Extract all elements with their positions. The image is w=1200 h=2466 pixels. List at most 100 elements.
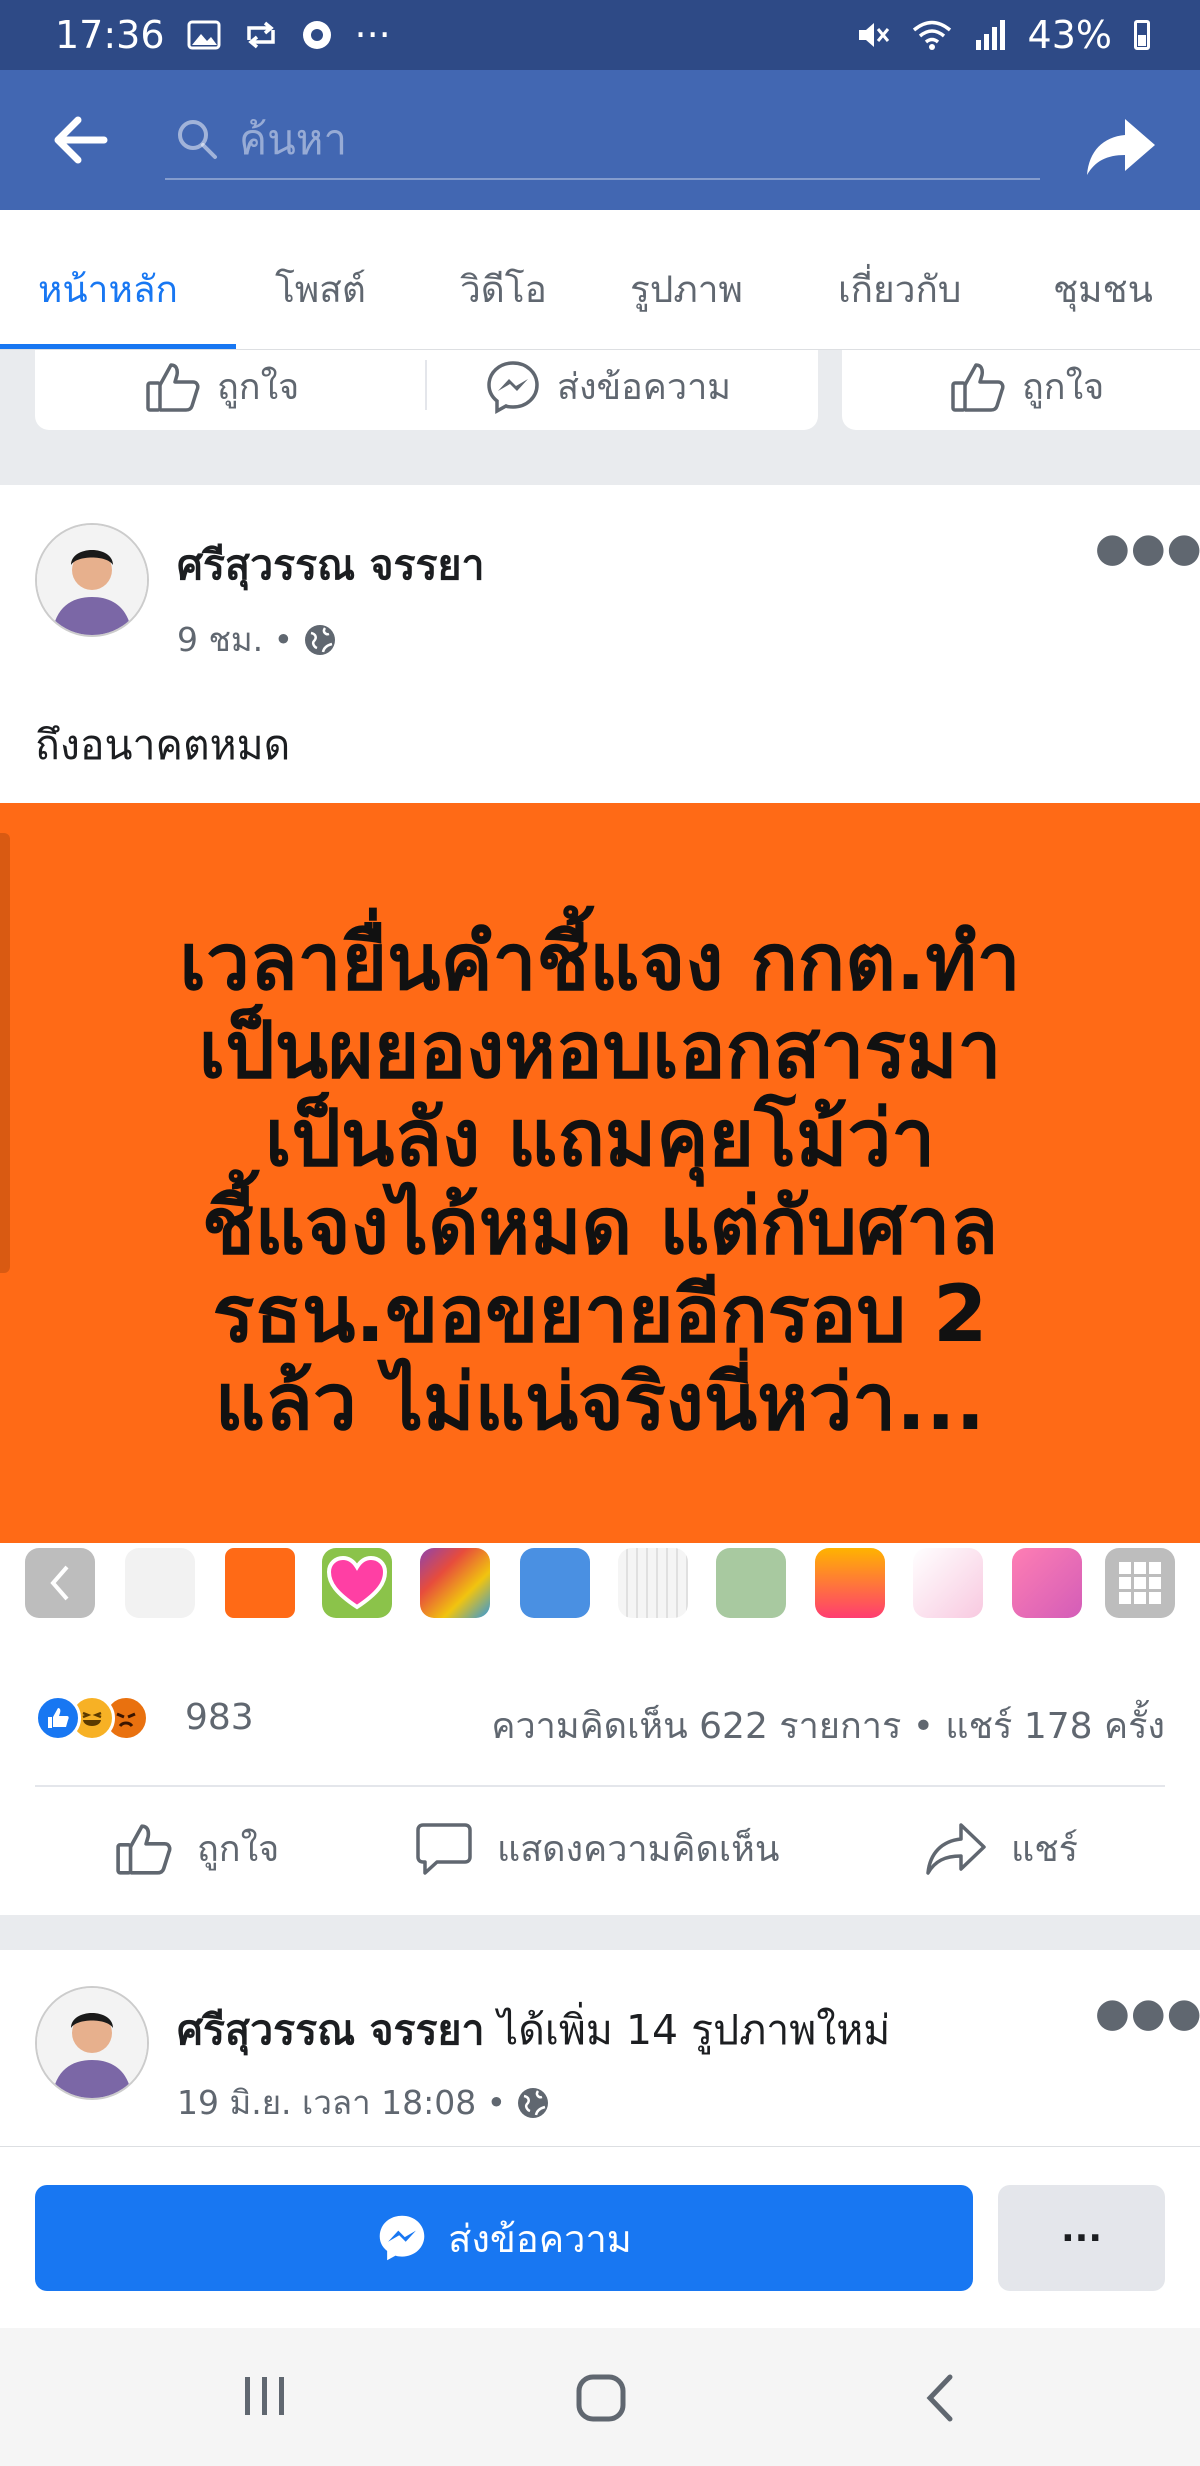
like-button[interactable]: ถูกใจ (115, 1820, 279, 1877)
image-text-line: เป็นผยองหอบเอกสารมา (198, 1006, 1002, 1096)
search-header (0, 70, 1200, 210)
search-input[interactable] (237, 113, 1001, 165)
post-image[interactable]: เวลายื่นคำชี้แจง กกต.ทำ เป็นผยองหอบเอกสา… (0, 803, 1200, 1623)
top-card: ถูกใจ ส่งข้อความ (35, 350, 818, 430)
swatch-more-button[interactable] (1105, 1548, 1175, 1618)
like-reaction-icon (35, 1695, 81, 1741)
send-message-button[interactable]: ส่งข้อความ (35, 2185, 973, 2291)
avatar[interactable] (35, 523, 149, 637)
swatch-lines[interactable] (618, 1548, 688, 1618)
like-label: ถูกใจ (217, 367, 300, 408)
globe-icon (305, 624, 336, 655)
image-text-line: เป็นลัง แถมคุยโม้ว่า (264, 1094, 936, 1184)
divider (35, 1785, 1165, 1787)
swatch-white[interactable] (125, 1548, 195, 1618)
post2-options-button[interactable]: ●●● (1095, 1990, 1200, 2036)
post-options-button[interactable]: ●●● (1095, 525, 1200, 571)
image-text-line: เวลายื่นคำชี้แจง กกต.ทำ (179, 918, 1021, 1008)
comment-icon (416, 1822, 472, 1875)
like-label: ถูกใจ (1022, 367, 1105, 408)
mute-icon (858, 23, 889, 47)
thumbs-up-icon (146, 362, 200, 412)
avatar[interactable] (35, 1986, 149, 2100)
signal-icon (975, 20, 1005, 50)
recent-apps-icon[interactable] (240, 2373, 290, 2419)
heart-icon (326, 1555, 388, 1610)
search-icon (178, 120, 217, 159)
tab-home[interactable]: หน้าหลัก (38, 260, 178, 319)
like-label: ถูกใจ (197, 1829, 280, 1870)
post2-meta: 19 มิ.ย. เวลา 18:08 • (177, 2076, 550, 2129)
messenger-icon (379, 2215, 425, 2261)
home-icon[interactable] (575, 2373, 627, 2423)
post2-author[interactable]: ศรีสุวรรณ จรรยา (177, 2006, 485, 2054)
messenger-icon (487, 360, 539, 414)
thumbs-up-icon (116, 1823, 172, 1875)
tab-videos[interactable]: วิดีโอ (460, 260, 547, 319)
battery-icon (1134, 20, 1150, 50)
post-text: ถึงอนาคตหมด (35, 721, 291, 769)
post2-action-text: ได้เพิ่ม 14 รูปภาพใหม่ (484, 2006, 891, 2054)
like-button[interactable]: ถูกใจ (145, 358, 299, 415)
battery-percent: 43% (1027, 13, 1112, 57)
swatch-pink[interactable] (1012, 1548, 1082, 1618)
gallery-icon (187, 20, 221, 50)
reaction-count[interactable]: 983 (185, 1697, 254, 1738)
reactions-summary[interactable] (35, 1200, 1165, 1260)
more-options-button[interactable]: ··· (998, 2185, 1165, 2291)
clock: 17:36 (55, 13, 165, 57)
thumbs-up-icon (951, 362, 1005, 412)
more-notifications: ··· (354, 13, 391, 57)
system-nav-bar (0, 2328, 1200, 2466)
back-arrow-icon[interactable] (50, 112, 110, 168)
avatar-image (37, 525, 147, 635)
message-button[interactable]: ส่งข้อความ (485, 358, 731, 415)
image-text: เวลายื่นคำชี้แจง กกต.ทำ เป็นผยองหอบเอกสา… (0, 919, 1200, 1447)
tab-about[interactable]: เกี่ยวกับ (838, 260, 961, 319)
wifi-icon (912, 20, 951, 50)
post-card-2: ศรีสุวรรณ จรรยา ได้เพิ่ม 14 รูปภาพใหม่ 1… (0, 1950, 1200, 2146)
comment-button[interactable]: แสดงความคิดเห็น (415, 1820, 779, 1877)
share-arrow-icon (926, 1822, 986, 1875)
tab-posts[interactable]: โพสต์ (275, 260, 366, 319)
image-text-line: แล้ว ไม่แน่จริงนี่หว่า... (214, 1358, 986, 1448)
page-tabs: หน้าหลัก โพสต์ วิดีโอ รูปภาพ เกี่ยวกับ ช… (0, 210, 1200, 350)
swatch-orange-selected[interactable] (220, 1543, 300, 1623)
send-message-label: ส่งข้อความ (448, 2216, 632, 2261)
post-meta: 9 ชม. • (177, 613, 337, 666)
post2-header: ศรีสุวรรณ จรรยา ได้เพิ่ม 14 รูปภาพใหม่ (177, 1998, 890, 2063)
share-button[interactable]: แชร์ (925, 1820, 1078, 1877)
post-time[interactable]: 9 ชม. • (177, 613, 293, 666)
share-label: แชร์ (1011, 1829, 1078, 1870)
swatch-blue[interactable] (520, 1548, 590, 1618)
sync-icon (246, 21, 275, 49)
globe-icon (518, 2087, 549, 2118)
image-text-line: รธน.ขอขยายอีกรอบ 2 (212, 1270, 988, 1360)
swatch-back-button[interactable] (25, 1548, 95, 1618)
swatch-light-pink[interactable] (913, 1548, 983, 1618)
like-button-2[interactable]: ถูกใจ (950, 358, 1104, 415)
share-icon[interactable] (1085, 115, 1157, 177)
back-icon[interactable] (920, 2373, 960, 2423)
chevron-left-icon (50, 1565, 69, 1601)
swatch-green[interactable] (716, 1548, 786, 1618)
reactions-row: 983 ความคิดเห็น 622 รายการ • แชร์ 178 คร… (35, 1695, 1165, 1755)
tab-community[interactable]: ชุมชน (1053, 260, 1153, 319)
tab-photos[interactable]: รูปภาพ (630, 260, 743, 319)
avatar-image (37, 1988, 147, 2098)
swatch-heart[interactable] (322, 1548, 392, 1618)
active-tab-indicator (0, 344, 236, 349)
page-action-bar: ส่งข้อความ ··· (0, 2146, 1200, 2328)
status-bar: 17:36 ··· 43% (0, 0, 1200, 70)
swatch-pattern[interactable] (420, 1548, 490, 1618)
post-author[interactable]: ศรีสุวรรณ จรรยา (177, 533, 485, 598)
swatch-gradient[interactable] (815, 1548, 885, 1618)
comments-shares-count[interactable]: ความคิดเห็น 622 รายการ • แชร์ 178 ครั้ง (491, 1697, 1165, 1754)
divider (425, 360, 427, 410)
grid-icon (1119, 1562, 1161, 1604)
search-field[interactable] (165, 100, 1040, 180)
post2-time[interactable]: 19 มิ.ย. เวลา 18:08 • (177, 2076, 506, 2129)
chrome-icon (302, 21, 331, 49)
top-card-2: ถูกใจ (842, 350, 1200, 430)
comment-label: แสดงความคิดเห็น (497, 1829, 780, 1870)
